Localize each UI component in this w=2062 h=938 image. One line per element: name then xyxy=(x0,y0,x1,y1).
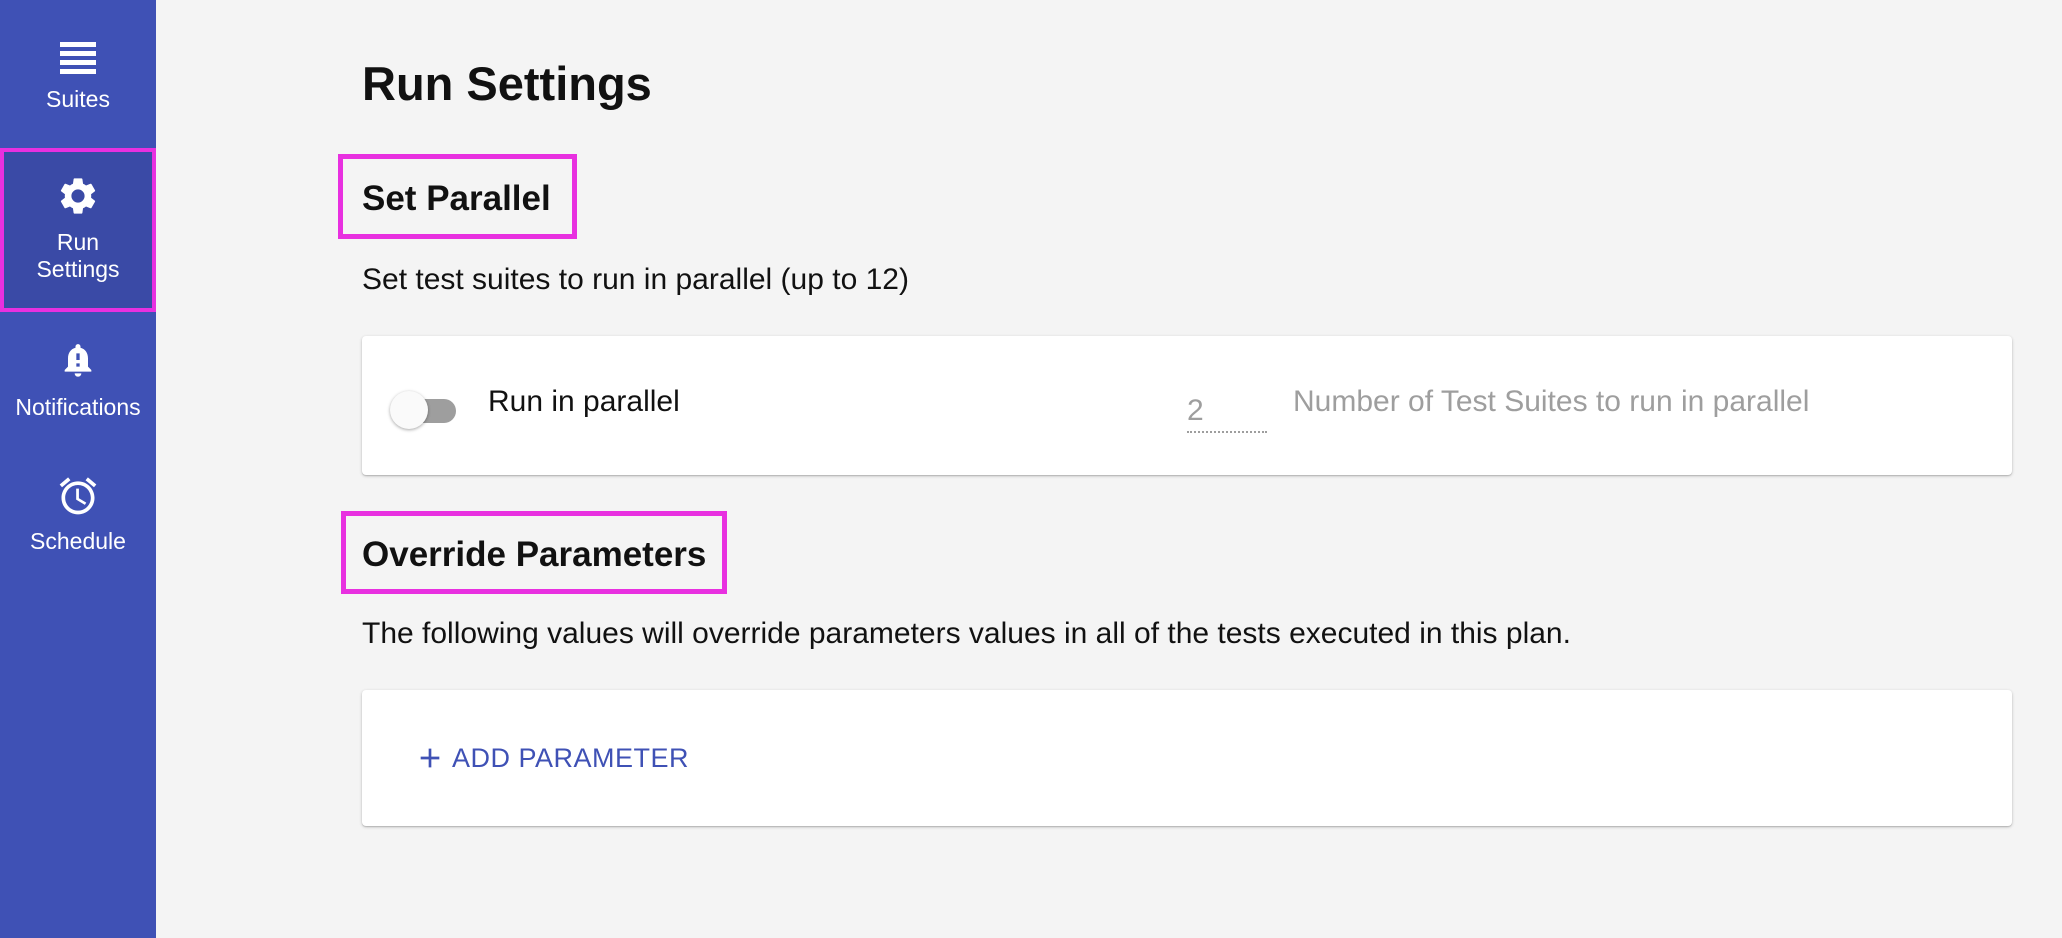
add-parameter-label: ADD PARAMETER xyxy=(452,742,690,773)
set-parallel-description: Set test suites to run in parallel (up t… xyxy=(362,263,909,296)
alarm-clock-icon xyxy=(59,477,97,515)
sidebar-item-label: Suites xyxy=(46,86,110,112)
suites-icon xyxy=(60,42,96,74)
sidebar-item-suites[interactable]: Suites xyxy=(0,30,156,140)
gear-icon xyxy=(60,178,96,214)
sidebar-item-label: Run Settings xyxy=(36,229,120,282)
override-parameters-description: The following values will override param… xyxy=(362,617,1571,650)
bell-icon xyxy=(64,344,92,377)
sidebar: Suites Run Settings Notifications Schedu… xyxy=(0,0,156,938)
parallel-card: Run in parallel Number of Test Suites to… xyxy=(362,336,2012,475)
sidebar-item-label: Notifications xyxy=(15,394,141,420)
parallel-count-input[interactable] xyxy=(1187,391,1267,433)
run-in-parallel-toggle[interactable] xyxy=(390,387,460,429)
sidebar-item-notifications[interactable]: Notifications xyxy=(0,330,156,440)
sidebar-item-schedule[interactable]: Schedule xyxy=(0,466,156,576)
sidebar-item-label: Schedule xyxy=(30,528,126,554)
parallel-count-helper: Number of Test Suites to run in parallel xyxy=(1293,385,1810,418)
page-title: Run Settings xyxy=(362,57,652,110)
parameters-card: ADD PARAMETER xyxy=(362,690,2012,826)
sidebar-item-run-settings[interactable]: Run Settings xyxy=(0,148,156,312)
set-parallel-heading: Set Parallel xyxy=(338,154,577,239)
override-parameters-heading: Override Parameters xyxy=(341,511,727,594)
run-in-parallel-label: Run in parallel xyxy=(488,385,680,418)
plus-icon xyxy=(420,748,440,768)
add-parameter-button[interactable]: ADD PARAMETER xyxy=(414,734,689,782)
toggle-thumb xyxy=(390,391,428,429)
